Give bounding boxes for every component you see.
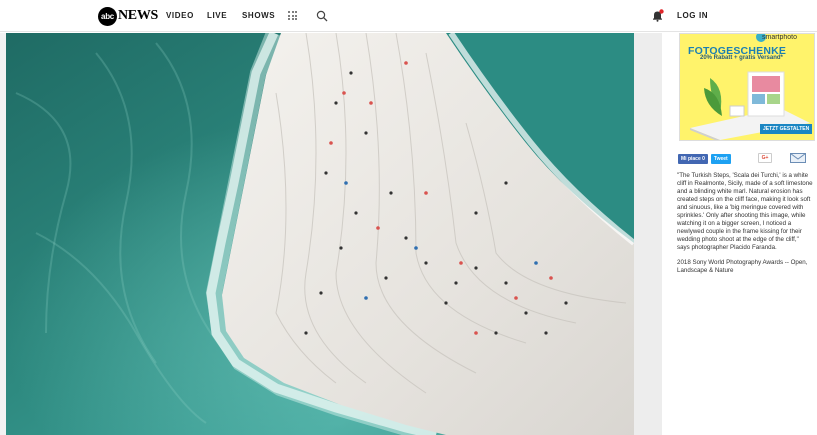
notification-bell-icon[interactable] [652,9,664,22]
abc-news-logo[interactable]: abc NEWS [98,6,158,26]
ad-brand: smartphoto [762,34,798,41]
tweet-button[interactable]: Tweet [710,153,731,164]
photo-credit: 2018 Sony World Photography Awards -- Op… [677,259,808,274]
gallery-photo[interactable] [6,33,634,435]
ad-subline: 20% Rabatt + gratis Versand* [700,55,783,61]
photo-caption: "The Turkish Steps, 'Scala dei Turchi,' … [677,172,813,251]
search-icon[interactable] [316,10,328,22]
nav-shows-link[interactable]: SHOWS [242,11,275,20]
sidebar-gutter [634,33,662,435]
smartphoto-ad[interactable]: smartphoto FOTOGESCHENKE 20% Rabatt + gr… [679,33,815,141]
google-plus-button[interactable]: G+ [758,153,772,163]
nav-live-link[interactable]: LIVE [207,11,227,20]
news-logo-word: NEWS [118,8,159,23]
facebook-like-button[interactable]: Mi piace 0 [678,153,708,164]
abc-logo-mark: abc [98,6,117,26]
share-bar: Mi piace 0 Tweet G+ [678,153,806,164]
menu-grid-icon[interactable] [288,11,297,20]
nav-video-link[interactable]: VIDEO [166,11,194,20]
top-navigation: abc NEWS VIDEO LIVE SHOWS LOG IN [0,0,817,32]
mail-icon[interactable] [790,153,806,163]
aerial-cliff-photo [6,33,634,435]
ad-cta-button[interactable]: JETZT GESTALTEN [760,124,813,134]
login-link[interactable]: LOG IN [677,11,708,20]
